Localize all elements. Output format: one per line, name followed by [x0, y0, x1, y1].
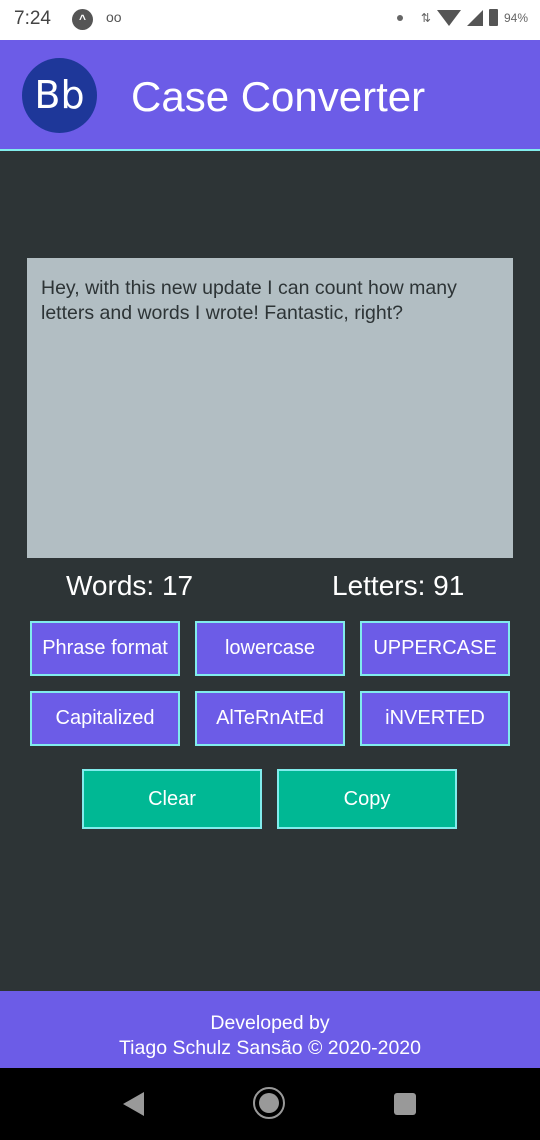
- footer: Developed by Tiago Schulz Sansão © 2020-…: [0, 991, 540, 1068]
- battery-icon: [488, 9, 498, 26]
- battery-percent: 94%: [503, 10, 528, 25]
- inverted-button[interactable]: iNVERTED: [360, 691, 510, 746]
- status-icons: ⇅ 94%: [396, 9, 528, 26]
- data-arrows-icon: ⇅: [420, 10, 431, 25]
- lowercase-button[interactable]: lowercase: [195, 621, 345, 676]
- app-title: Case Converter: [131, 73, 426, 120]
- home-icon[interactable]: [253, 1087, 285, 1119]
- wifi-icon: [436, 9, 461, 26]
- phrase-format-button[interactable]: Phrase format: [30, 621, 180, 676]
- uppercase-button[interactable]: UPPERCASE: [360, 621, 510, 676]
- back-icon[interactable]: [123, 1092, 144, 1116]
- letter-count: Letters: 91: [332, 570, 465, 601]
- dot-icon: [396, 14, 403, 21]
- navigation-bar: [0, 1068, 540, 1140]
- recent-apps-icon[interactable]: [394, 1093, 416, 1115]
- status-time: 7:24: [14, 8, 51, 29]
- footer-line-1: Developed by: [210, 1012, 330, 1034]
- text-input[interactable]: Hey, with this new update I can count ho…: [27, 258, 513, 558]
- app-a-icon: ^: [72, 9, 93, 30]
- word-count: Words: 17: [66, 570, 194, 601]
- alternated-button[interactable]: AlTeRnAtEd: [195, 691, 345, 746]
- footer-line-2: Tiago Schulz Sansão © 2020-2020: [118, 1037, 421, 1059]
- status-bar: 7:24 ^ oo ⇅ 94%: [0, 0, 540, 40]
- clear-button[interactable]: Clear: [82, 769, 262, 829]
- app-logo: Bb: [22, 58, 97, 133]
- signal-icon: [466, 9, 483, 26]
- app-bar: Bb Case Converter: [0, 40, 540, 151]
- copy-button[interactable]: Copy: [277, 769, 457, 829]
- voicemail-icon: oo: [106, 9, 122, 25]
- capitalized-button[interactable]: Capitalized: [30, 691, 180, 746]
